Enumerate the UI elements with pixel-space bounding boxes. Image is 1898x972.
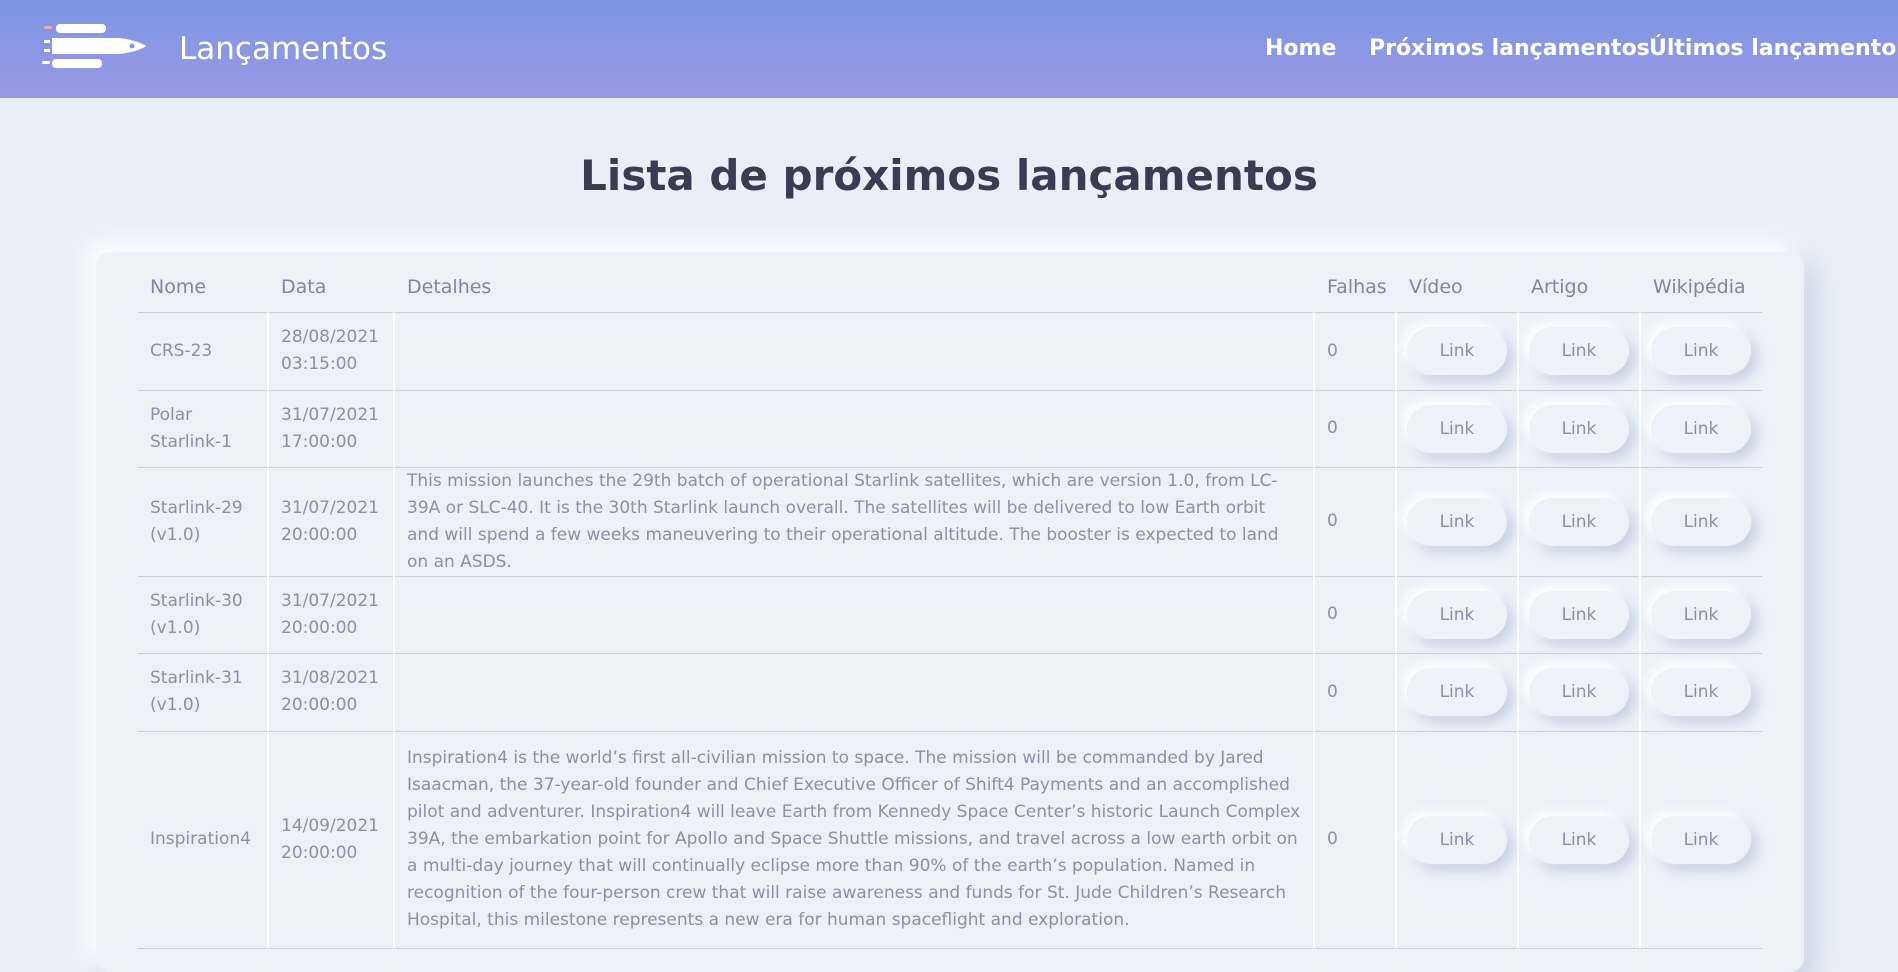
cell-detalhes bbox=[393, 576, 1314, 654]
cell-falhas: 0 bbox=[1313, 390, 1396, 468]
cell-wikipedia: Link bbox=[1639, 731, 1762, 949]
navbar: Lançamentos Home Próximos lançamentos Úl… bbox=[0, 0, 1898, 98]
cell-wikipedia: Link bbox=[1639, 576, 1762, 654]
wikipedia-link-button[interactable]: Link bbox=[1651, 815, 1751, 864]
cell-video: Link bbox=[1395, 467, 1518, 577]
wikipedia-link-button[interactable]: Link bbox=[1651, 327, 1751, 375]
cell-artigo: Link bbox=[1517, 576, 1640, 654]
nav-link-home[interactable]: Home bbox=[1265, 35, 1336, 63]
launches-table: Nome Data Detalhes Falhas Vídeo Artigo W… bbox=[138, 263, 1762, 949]
table-row: Starlink-31 (v1.0) 31/08/2021 20:00:00 0… bbox=[138, 653, 1762, 732]
cell-data: 31/08/2021 20:00:00 bbox=[267, 653, 394, 732]
article-link-button[interactable]: Link bbox=[1529, 404, 1629, 453]
cell-detalhes: This mission launches the 29th batch of … bbox=[393, 467, 1314, 577]
rocket-logo-icon[interactable] bbox=[42, 22, 146, 70]
cell-falhas: 0 bbox=[1313, 467, 1396, 577]
cell-artigo: Link bbox=[1517, 312, 1640, 391]
wikipedia-link-button[interactable]: Link bbox=[1651, 404, 1751, 453]
cell-detalhes: Inspiration4 is the world’s first all-ci… bbox=[393, 731, 1314, 949]
column-header-detalhes: Detalhes bbox=[394, 263, 1314, 313]
cell-video: Link bbox=[1395, 653, 1518, 732]
cell-falhas: 0 bbox=[1313, 576, 1396, 654]
column-header-artigo: Artigo bbox=[1518, 263, 1640, 313]
cell-falhas: 0 bbox=[1313, 731, 1396, 949]
article-link-button[interactable]: Link bbox=[1529, 497, 1629, 546]
cell-nome: Starlink-31 (v1.0) bbox=[138, 653, 268, 732]
video-link-button[interactable]: Link bbox=[1407, 327, 1507, 375]
cell-wikipedia: Link bbox=[1639, 467, 1762, 577]
article-link-button[interactable]: Link bbox=[1529, 815, 1629, 864]
cell-falhas: 0 bbox=[1313, 312, 1396, 391]
cell-detalhes bbox=[393, 390, 1314, 468]
cell-wikipedia: Link bbox=[1639, 312, 1762, 391]
column-header-falhas: Falhas bbox=[1314, 263, 1396, 313]
cell-data: 14/09/2021 20:00:00 bbox=[267, 731, 394, 949]
video-link-button[interactable]: Link bbox=[1407, 497, 1507, 546]
cell-wikipedia: Link bbox=[1639, 390, 1762, 468]
cell-nome: Polar Starlink-1 bbox=[138, 390, 268, 468]
cell-nome: Inspiration4 bbox=[138, 731, 268, 949]
cell-data: 31/07/2021 17:00:00 bbox=[267, 390, 394, 468]
page-title: Lista de próximos lançamentos bbox=[580, 151, 1318, 200]
column-header-nome: Nome bbox=[138, 263, 268, 313]
video-link-button[interactable]: Link bbox=[1407, 590, 1507, 639]
article-link-button[interactable]: Link bbox=[1529, 590, 1629, 639]
cell-video: Link bbox=[1395, 731, 1518, 949]
table-row: Inspiration4 14/09/2021 20:00:00 Inspira… bbox=[138, 731, 1762, 949]
column-header-video: Vídeo bbox=[1396, 263, 1518, 313]
cell-artigo: Link bbox=[1517, 467, 1640, 577]
table-row: Starlink-29 (v1.0) 31/07/2021 20:00:00 T… bbox=[138, 467, 1762, 577]
cell-data: 31/07/2021 20:00:00 bbox=[267, 467, 394, 577]
cell-nome: Starlink-30 (v1.0) bbox=[138, 576, 268, 654]
video-link-button[interactable]: Link bbox=[1407, 404, 1507, 453]
cell-falhas: 0 bbox=[1313, 653, 1396, 732]
brand-title[interactable]: Lançamentos bbox=[179, 30, 387, 68]
cell-video: Link bbox=[1395, 576, 1518, 654]
cell-artigo: Link bbox=[1517, 390, 1640, 468]
cell-nome: CRS-23 bbox=[138, 312, 268, 391]
article-link-button[interactable]: Link bbox=[1529, 668, 1629, 716]
cell-artigo: Link bbox=[1517, 731, 1640, 949]
cell-wikipedia: Link bbox=[1639, 653, 1762, 732]
table-header-row: Nome Data Detalhes Falhas Vídeo Artigo W… bbox=[138, 263, 1762, 313]
table-row: Starlink-30 (v1.0) 31/07/2021 20:00:00 0… bbox=[138, 576, 1762, 654]
cell-data: 28/08/2021 03:15:00 bbox=[267, 312, 394, 391]
wikipedia-link-button[interactable]: Link bbox=[1651, 668, 1751, 716]
wikipedia-link-button[interactable]: Link bbox=[1651, 497, 1751, 546]
cell-nome: Starlink-29 (v1.0) bbox=[138, 467, 268, 577]
table-row: CRS-23 28/08/2021 03:15:00 0 Link Link L… bbox=[138, 312, 1762, 391]
wikipedia-link-button[interactable]: Link bbox=[1651, 590, 1751, 639]
cell-detalhes bbox=[393, 312, 1314, 391]
nav-link-proximos[interactable]: Próximos lançamentos bbox=[1369, 35, 1650, 63]
article-link-button[interactable]: Link bbox=[1529, 327, 1629, 375]
cell-data: 31/07/2021 20:00:00 bbox=[267, 576, 394, 654]
cell-video: Link bbox=[1395, 390, 1518, 468]
cell-detalhes bbox=[393, 653, 1314, 732]
table-row: Polar Starlink-1 31/07/2021 17:00:00 0 L… bbox=[138, 390, 1762, 468]
column-header-data: Data bbox=[268, 263, 394, 313]
cell-artigo: Link bbox=[1517, 653, 1640, 732]
column-header-wikipedia: Wikipédia bbox=[1640, 263, 1762, 313]
video-link-button[interactable]: Link bbox=[1407, 668, 1507, 716]
nav-link-ultimos[interactable]: Últimos lançamento bbox=[1649, 35, 1896, 63]
video-link-button[interactable]: Link bbox=[1407, 815, 1507, 864]
cell-video: Link bbox=[1395, 312, 1518, 391]
